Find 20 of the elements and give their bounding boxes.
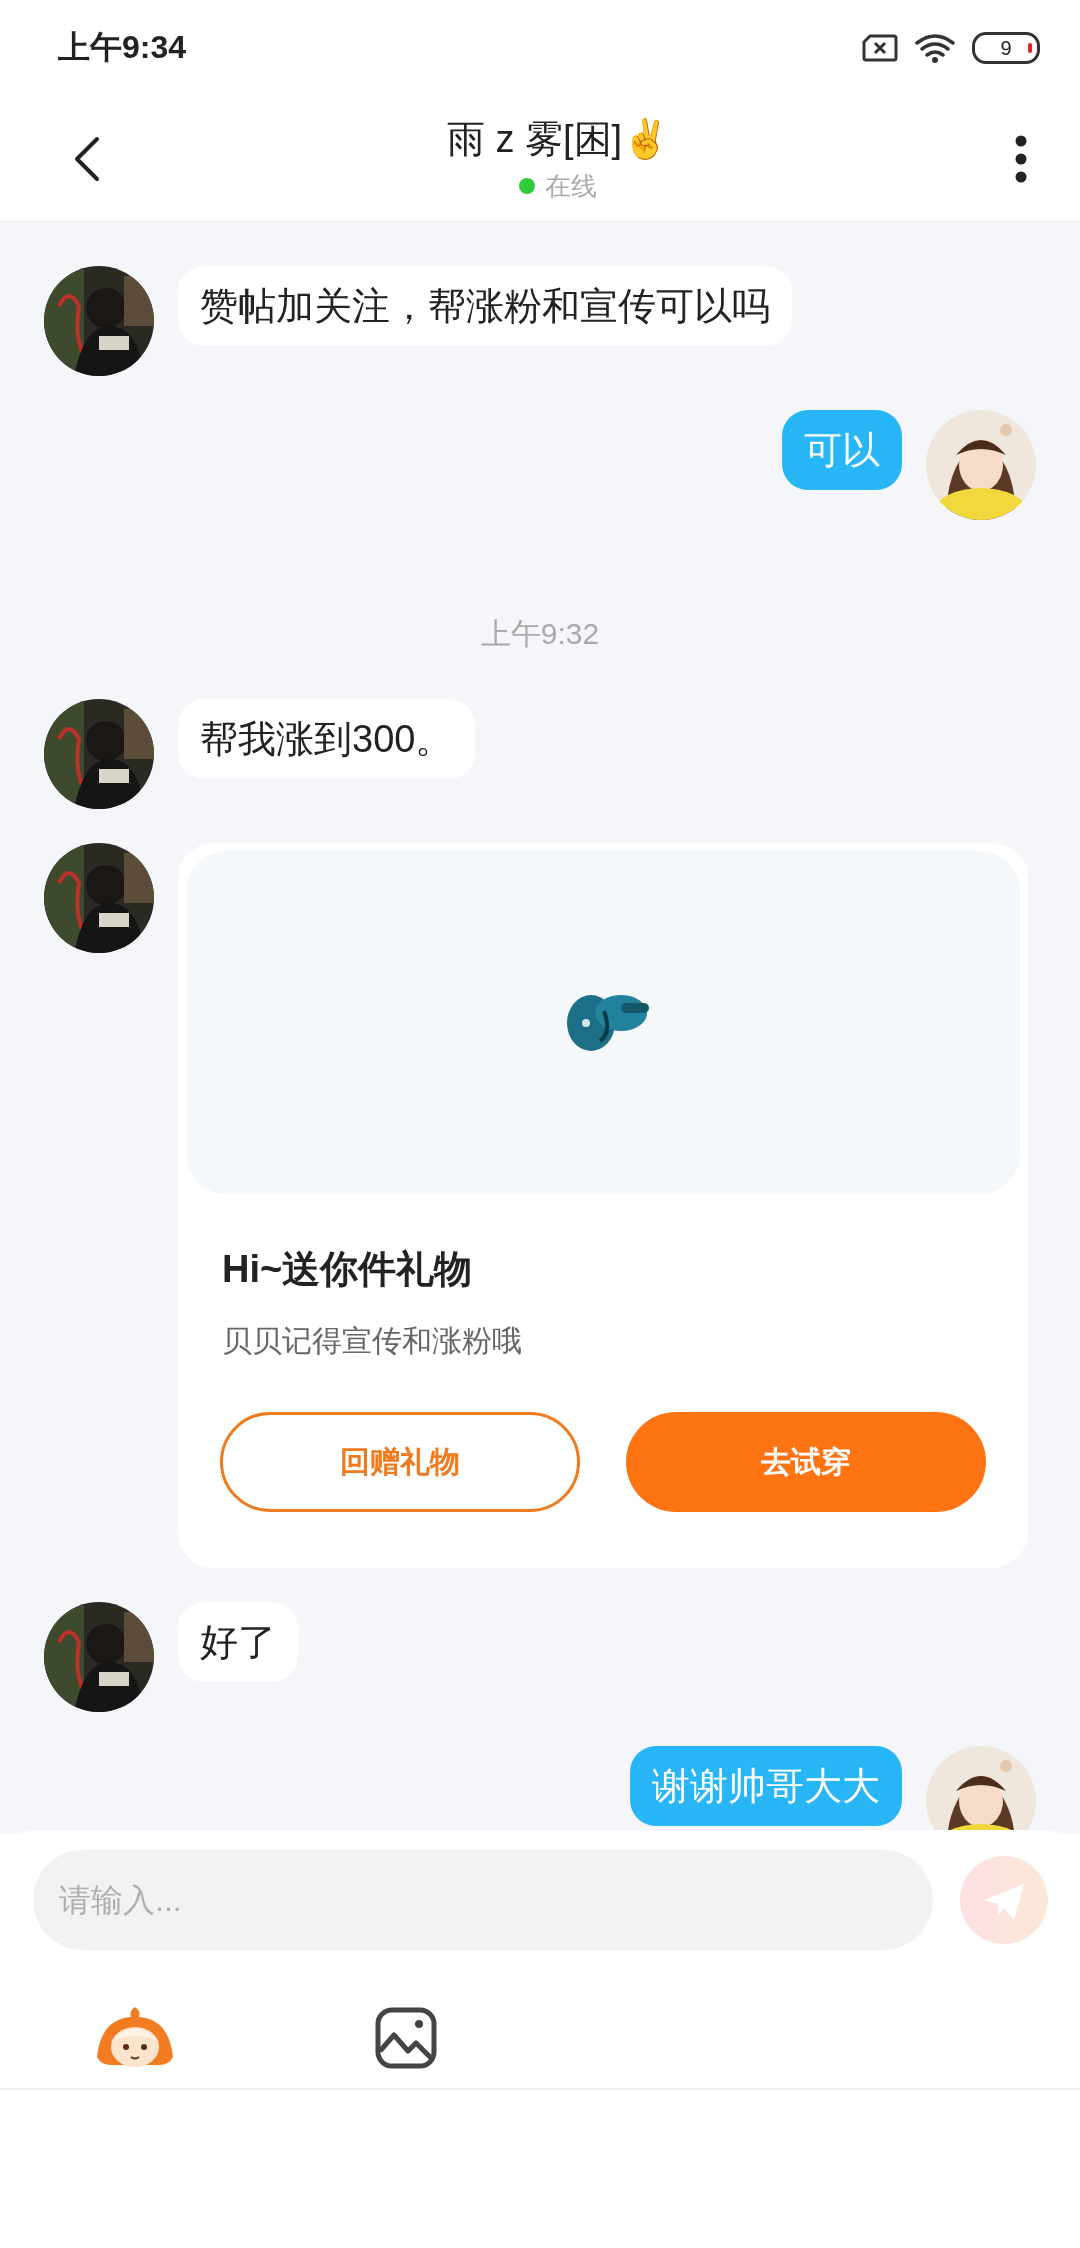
return-gift-button[interactable]: 回赠礼物 [220,1412,580,1512]
wifi-icon [914,32,956,64]
message-bubble: 好了 [178,1602,298,1682]
try-on-button[interactable]: 去试穿 [626,1412,986,1512]
online-status: 在线 [545,169,597,203]
gift-message: 贝贝记得宣传和涨粉哦 [222,1323,523,1359]
chat-title: 雨 z 雾[困]✌ [446,116,670,162]
message-bubble: 谢谢帅哥大大 [630,1746,902,1826]
sim-card-icon [862,34,898,62]
status-time: 上午9:34 [58,28,187,67]
message-bubble: 可以 [782,410,902,490]
more-icon[interactable] [1014,133,1028,184]
message-bubble: 赞帖加关注，帮涨粉和宣传可以吗 [178,266,792,346]
timestamp: 上午9:32 [479,616,601,652]
message-input-field[interactable]: 请输入... [33,1850,933,1950]
battery-level-text: 9 [1000,38,1012,58]
image-icon[interactable] [375,2007,437,2069]
gift-title: Hi~送你件礼物 [222,1247,474,1292]
back-icon[interactable] [72,134,102,183]
message-bubble: 帮我涨到300。 [178,699,476,779]
